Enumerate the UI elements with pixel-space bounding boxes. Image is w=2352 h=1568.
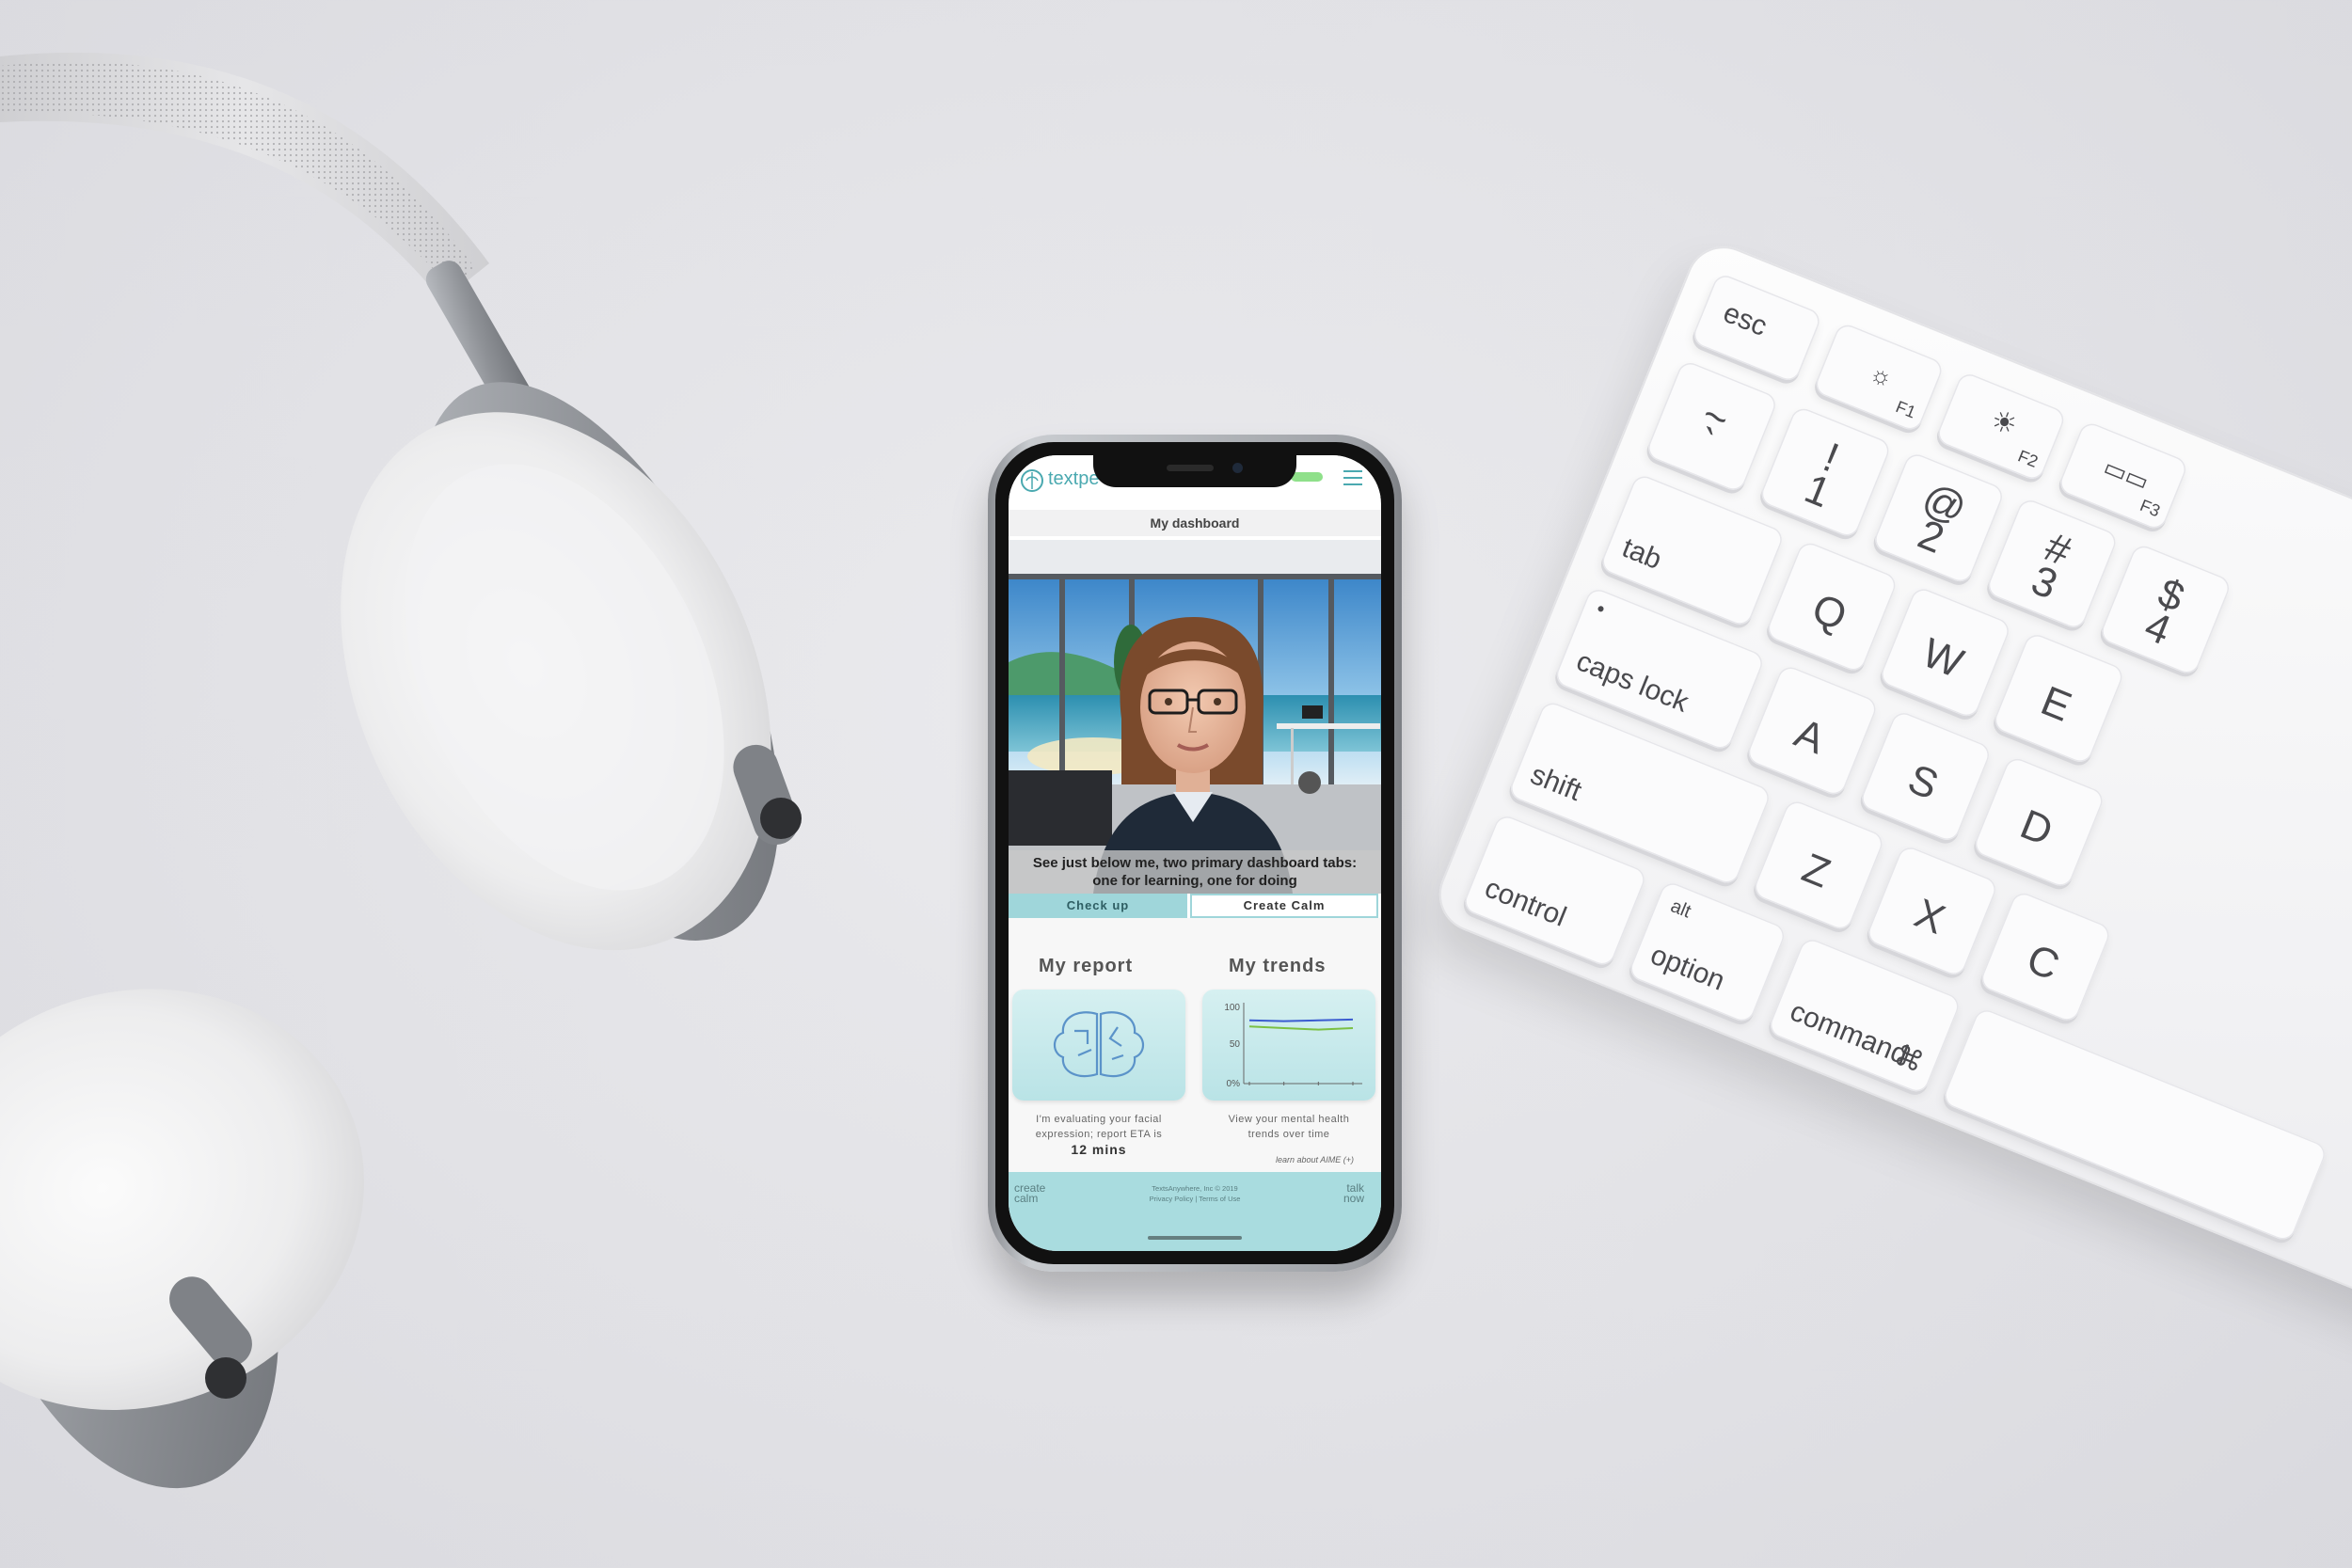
key-f3-label: F3 — [2137, 496, 2163, 521]
brightness-down-icon: ☼ — [1866, 357, 1898, 393]
brand-name[interactable]: textpe — [1048, 468, 1099, 490]
brightness-up-icon: ☀ — [1986, 404, 2022, 443]
privacy-terms-links[interactable]: Privacy Policy | Terms of Use — [1103, 1194, 1287, 1204]
key-a-label: A — [1788, 710, 1832, 764]
key-f1-label: F1 — [1893, 397, 1919, 422]
talk-now-line2: now — [1343, 1192, 1364, 1205]
learn-about-link[interactable]: learn about AIME (+) — [1276, 1155, 1354, 1164]
key-c-label: C — [2020, 935, 2066, 990]
dashboard-tabs: Check up Create Calm — [1009, 894, 1381, 918]
key-esc: esc — [1690, 272, 1823, 385]
key-3: #3 — [1984, 496, 2120, 632]
brain-logo-icon — [1021, 469, 1043, 492]
trends-chart: 100 50 0% — [1224, 1003, 1362, 1089]
key-d: D — [1971, 754, 2106, 890]
tab-create-calm[interactable]: Create Calm — [1190, 894, 1378, 918]
key-x-label: X — [1908, 890, 1951, 944]
key-w-label: W — [1915, 629, 1970, 688]
key-option: alt option — [1627, 879, 1788, 1025]
legal-text: TextsAnywhere, Inc © 2019 Privacy Policy… — [1103, 1183, 1287, 1204]
key-e-label: E — [2034, 677, 2078, 732]
home-indicator[interactable] — [1148, 1236, 1242, 1240]
key-2: @2 — [1870, 451, 2007, 586]
phone-device: textpe My dashboard See just below me, t… — [988, 435, 1402, 1272]
key-tilde: ~ ` — [1644, 358, 1780, 494]
create-calm-footer-link[interactable]: create calm — [1014, 1182, 1045, 1205]
report-description: I'm evaluating your facial expression; r… — [1012, 1112, 1185, 1157]
speaker-grille — [1167, 465, 1214, 471]
key-tab-label: tab — [1617, 531, 1666, 577]
report-text-2: expression; report ETA is — [1035, 1129, 1163, 1140]
trend-series-line-0 — [1248, 1018, 1354, 1022]
headphones-image — [0, 52, 802, 1489]
key-alt-label: alt — [1667, 895, 1694, 923]
trends-title: My trends — [1229, 956, 1327, 976]
trends-text-2: trends over time — [1248, 1129, 1330, 1140]
key-4: $4 — [2098, 542, 2233, 677]
front-camera — [1232, 463, 1243, 473]
key-shift-label: shift — [1526, 758, 1586, 808]
trends-text-1: View your mental health — [1228, 1114, 1350, 1125]
key-e: E — [1991, 630, 2126, 767]
trends-description: View your mental health trends over time — [1202, 1112, 1375, 1142]
key-d-label: D — [2013, 800, 2059, 856]
caps-lock-indicator-icon: ● — [1594, 599, 1608, 617]
keyboard-image: esc F1 ☼ F2 ☀ F3 ▭▭ ~ ` ! 1 @2 #3 $4 tab Q W … — [1427, 235, 2352, 1338]
key-z: Z — [1751, 798, 1886, 933]
brain-icon — [1053, 1011, 1145, 1078]
key-f1: F1 ☼ — [1812, 321, 1946, 434]
avatar-caption: See just below me, two primary dashboard… — [1009, 850, 1381, 894]
talk-now-footer-link[interactable]: talk now — [1343, 1182, 1364, 1205]
phone-screen: textpe My dashboard See just below me, t… — [1009, 455, 1381, 1251]
key-z-label: Z — [1795, 845, 1837, 898]
key-w: W — [1877, 585, 2013, 721]
avatar-scene-image — [1009, 540, 1381, 894]
key-f2-label: F2 — [2015, 446, 2042, 471]
key-f2: F2 ☀ — [1934, 370, 2068, 483]
key-space — [1941, 1006, 2329, 1243]
report-title: My report — [1039, 956, 1134, 976]
key-s-label: S — [1901, 755, 1945, 810]
battery-icon — [1291, 472, 1323, 482]
key-a: A — [1744, 663, 1880, 799]
trends-card[interactable]: 100 50 0% — [1202, 990, 1375, 1101]
hamburger-menu-icon[interactable] — [1343, 470, 1362, 487]
report-text-1: I'm evaluating your facial — [1036, 1114, 1162, 1125]
key-q-label: Q — [1805, 585, 1853, 641]
y-tick-label: 0% — [1227, 1079, 1241, 1089]
y-tick-label: 50 — [1230, 1039, 1241, 1050]
phone-notch — [1093, 455, 1296, 487]
key-caps-label: caps lock — [1571, 645, 1693, 719]
caption-line-2: one for learning, one for doing — [1092, 873, 1297, 889]
create-calm-line2: calm — [1014, 1192, 1039, 1205]
key-1: ! 1 — [1757, 404, 1893, 540]
key-c: C — [1978, 889, 2113, 1024]
report-eta: 12 mins — [1071, 1142, 1127, 1157]
key-option-label: option — [1645, 939, 1729, 997]
y-tick-label: 100 — [1224, 1003, 1240, 1013]
keyboard-body: esc F1 ☼ F2 ☀ F3 ▭▭ ~ ` ! 1 @2 #3 $4 tab Q W … — [1427, 235, 2352, 1338]
key-esc-label: esc — [1719, 296, 1772, 342]
key-s: S — [1858, 708, 1994, 845]
mission-control-icon: ▭▭ — [2099, 452, 2153, 497]
page-title: My dashboard — [1009, 510, 1381, 536]
dashboard-content: My report I'm evaluating your facial exp… — [1009, 918, 1381, 1172]
key-q: Q — [1764, 539, 1899, 674]
caption-line-1: See just below me, two primary dashboard… — [1032, 855, 1358, 871]
copyright-text: TextsAnywhere, Inc © 2019 — [1152, 1184, 1238, 1193]
key-control-label: control — [1480, 872, 1571, 933]
report-card[interactable] — [1012, 990, 1185, 1101]
trend-series-line-1 — [1248, 1025, 1354, 1031]
tab-check-up[interactable]: Check up — [1009, 894, 1187, 918]
key-x: X — [1864, 843, 2000, 979]
key-f3: F3 ▭▭ — [2057, 420, 2190, 532]
